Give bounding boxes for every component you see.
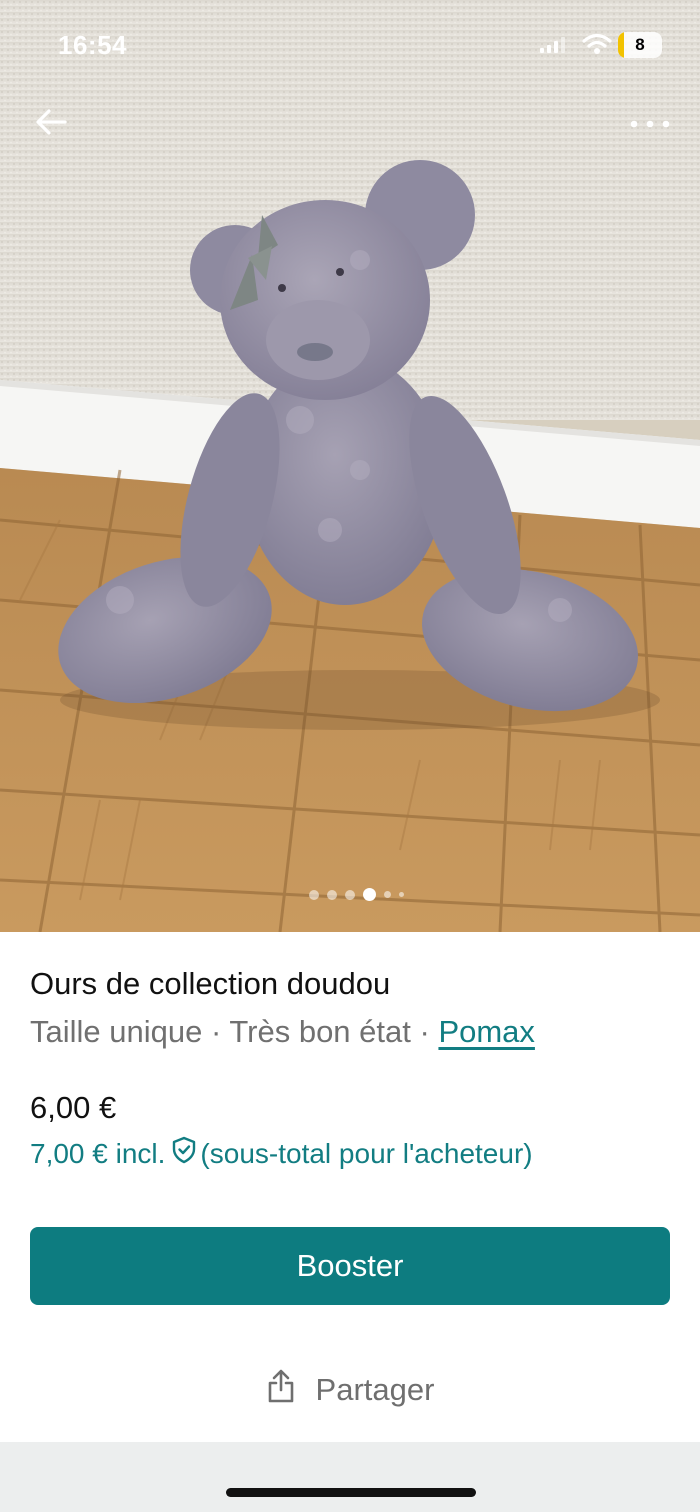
seller-link[interactable]: Pomax — [438, 1014, 534, 1049]
item-condition: Très bon état — [229, 1014, 411, 1049]
meta-separator: · — [202, 1014, 230, 1049]
item-screen: 16:54 8 Ours de collection doudou Taille… — [0, 0, 700, 1512]
battery-icon: 8 — [618, 32, 662, 58]
buyer-price-amount: 7,00 € incl. — [30, 1137, 166, 1169]
buyer-price[interactable]: 7,00 € incl. (sous-total pour l'acheteur… — [30, 1136, 533, 1171]
status-time: 16:54 — [58, 30, 127, 60]
pager-dot[interactable] — [398, 892, 404, 897]
product-photo[interactable]: 16:54 8 — [0, 0, 700, 932]
status-bar: 16:54 8 — [0, 0, 700, 90]
item-price: 6,00 € — [30, 1090, 117, 1125]
item-size: Taille unique — [30, 1014, 203, 1049]
shield-check-icon — [171, 1136, 197, 1171]
home-indicator[interactable] — [226, 1488, 476, 1497]
bottom-strip — [0, 1442, 700, 1512]
pager-dot[interactable] — [326, 889, 337, 900]
buyer-price-note: (sous-total pour l'acheteur) — [200, 1137, 533, 1169]
share-icon — [266, 1368, 296, 1412]
back-button[interactable] — [26, 100, 76, 144]
more-horizontal-icon — [630, 120, 670, 128]
image-pager[interactable] — [0, 888, 700, 901]
item-meta: Taille unique · Très bon état · Pomax — [30, 1014, 535, 1050]
pager-dot-active[interactable] — [362, 888, 376, 901]
pager-dot[interactable] — [344, 889, 355, 900]
share-label: Partager — [315, 1372, 435, 1407]
pager-dot[interactable] — [383, 891, 391, 898]
arrow-left-icon — [36, 109, 67, 135]
pager-dot[interactable] — [308, 889, 319, 900]
boost-button[interactable]: Booster — [30, 1227, 670, 1305]
meta-separator: · — [410, 1014, 439, 1049]
battery-level: 8 — [635, 35, 645, 54]
share-button[interactable]: Partager — [0, 1358, 700, 1422]
item-title: Ours de collection doudou — [30, 966, 391, 1001]
signal-icon — [540, 37, 566, 58]
teddy-bear-photo — [0, 0, 700, 932]
wifi-icon — [582, 33, 612, 60]
more-options-button[interactable] — [622, 104, 678, 144]
